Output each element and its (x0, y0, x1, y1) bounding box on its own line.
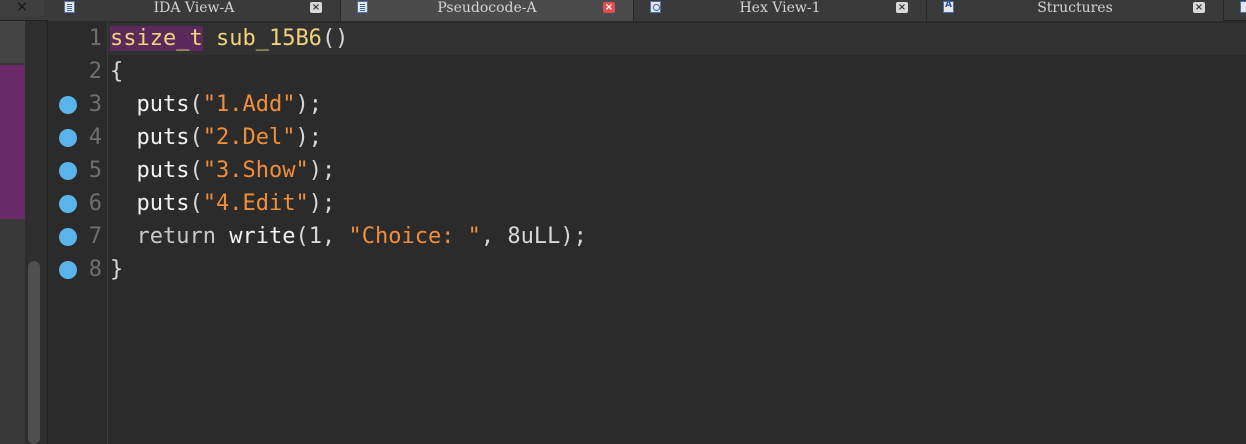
line-number: 7 (88, 224, 102, 249)
close-icon[interactable]: × (603, 2, 615, 13)
call-name[interactable]: write (229, 224, 295, 249)
comma: , (321, 224, 349, 249)
tab-label: Structures (1037, 0, 1113, 16)
ida-window: ✕ IDA View-A × Pseudocode-A × Hex View-1… (0, 0, 1246, 444)
tab-ida-view-a[interactable]: IDA View-A × (48, 0, 341, 21)
numeric-literal[interactable]: 8uLL (507, 224, 560, 249)
code-line[interactable]: 3 puts("1.Add"); (48, 89, 1246, 122)
string-literal[interactable]: "2.Del" (203, 125, 296, 150)
call-name[interactable]: puts (137, 92, 190, 117)
code-line[interactable]: 2 { (48, 56, 1246, 89)
code-text[interactable]: return write(1, "Choice: ", 8uLL); (110, 224, 587, 250)
close-brace: } (110, 257, 124, 282)
close-paren: ); (295, 125, 322, 150)
line-number: 1 (88, 26, 102, 51)
tab-label: Pseudocode-A (437, 0, 537, 16)
open-paren: ( (189, 125, 203, 150)
code-text[interactable]: puts("3.Show"); (110, 158, 336, 184)
vertical-scrollbar[interactable] (25, 21, 48, 444)
structures-icon (943, 0, 954, 13)
open-paren: ( (189, 158, 203, 183)
code-line[interactable]: 1 ssize_t sub_15B6() (48, 23, 1246, 56)
close-paren: ); (295, 92, 322, 117)
tab-label: IDA View-A (153, 0, 235, 16)
line-number: 3 (88, 92, 102, 117)
code-text[interactable]: puts("2.Del"); (110, 125, 322, 151)
comma: , (480, 224, 508, 249)
left-panel-strip (0, 21, 25, 444)
close-paren: ); (308, 191, 336, 216)
line-number: 5 (88, 158, 102, 183)
line-number: 4 (88, 125, 102, 150)
code-text[interactable]: puts("4.Edit"); (110, 191, 336, 217)
open-paren: ( (189, 92, 203, 117)
call-name[interactable]: puts (137, 191, 190, 216)
code-line[interactable]: 8 } (48, 254, 1246, 287)
string-literal[interactable]: "3.Show" (203, 158, 309, 183)
string-literal[interactable]: "Choice: " (348, 224, 480, 249)
code-text[interactable]: ssize_t sub_15B6() (110, 26, 348, 52)
call-name[interactable]: puts (137, 125, 190, 150)
tab-bar: ✕ IDA View-A × Pseudocode-A × Hex View-1… (0, 0, 1246, 21)
code-line[interactable]: 4 puts("2.Del"); (48, 122, 1246, 155)
code-line[interactable]: 7 return write(1, "Choice: ", 8uLL); (48, 221, 1246, 254)
close-icon[interactable]: × (896, 2, 908, 13)
return-type[interactable]: ssize_t (110, 26, 203, 51)
string-literal[interactable]: "1.Add" (203, 92, 296, 117)
disassembly-icon (64, 1, 75, 13)
open-paren: ( (295, 224, 309, 249)
scrollbar-thumb[interactable] (28, 261, 40, 444)
numeric-literal[interactable]: 1 (309, 224, 322, 249)
strip-header (0, 21, 25, 63)
pseudocode-editor[interactable]: 1 ssize_t sub_15B6() 2 { 3 puts("1.Add")… (48, 21, 1246, 444)
hex-icon (650, 1, 661, 13)
close-panel-icon[interactable]: ✕ (0, 0, 44, 16)
line-number: 2 (88, 59, 102, 84)
parentheses: () (321, 26, 349, 51)
open-brace: { (110, 59, 124, 84)
tab-hex-view-1[interactable]: Hex View-1 × (634, 0, 927, 21)
line-number: 6 (88, 191, 102, 216)
open-paren: ( (189, 191, 203, 216)
tab-pseudocode-a[interactable]: Pseudocode-A × (341, 0, 634, 21)
string-literal[interactable]: "4.Edit" (203, 191, 309, 216)
tab-structures[interactable]: Structures × (927, 0, 1224, 21)
navigation-highlight (0, 65, 25, 219)
code-text[interactable]: } (110, 257, 123, 283)
code-text[interactable]: puts("1.Add"); (110, 92, 322, 118)
tab-overflow[interactable] (1224, 0, 1246, 21)
close-icon[interactable]: × (1193, 2, 1205, 13)
code-line[interactable]: 6 puts("4.Edit"); (48, 188, 1246, 221)
call-name[interactable]: puts (137, 158, 190, 183)
code-text[interactable]: { (110, 59, 123, 85)
line-number: 8 (88, 257, 102, 282)
pseudocode-icon (357, 1, 368, 13)
enums-icon (1240, 1, 1246, 13)
close-paren: ); (560, 224, 587, 249)
code-line[interactable]: 5 puts("3.Show"); (48, 155, 1246, 188)
tab-label: Hex View-1 (739, 0, 821, 16)
function-name[interactable]: sub_15B6 (216, 26, 322, 51)
return-keyword: return (136, 224, 216, 249)
close-paren: ); (308, 158, 336, 183)
close-icon[interactable]: × (310, 2, 322, 13)
